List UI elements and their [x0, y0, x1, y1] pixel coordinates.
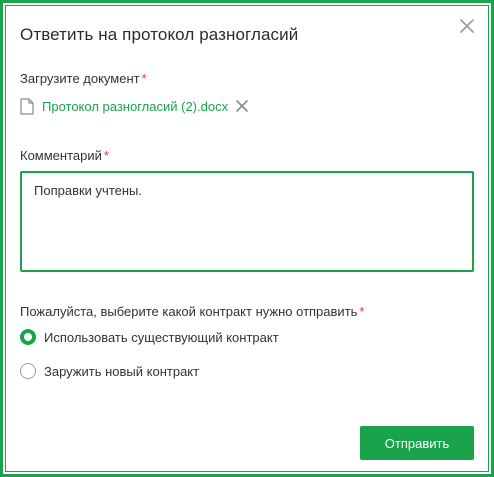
comment-label-text: Комментарий: [20, 148, 102, 163]
radio-option-new-contract[interactable]: Заружить новый контракт: [20, 361, 199, 381]
close-icon: [460, 19, 474, 33]
comment-textarea[interactable]: Поправки учтены.: [20, 171, 474, 272]
uploaded-file-link[interactable]: Протокол разногласий (2).docx: [42, 99, 228, 114]
submit-button[interactable]: Отправить: [360, 426, 474, 460]
upload-label-text: Загрузите документ: [20, 71, 140, 86]
radio-option-label: Использовать существующий контракт: [44, 329, 279, 345]
contract-choice-label-text: Пожалуйста, выберите какой контракт нужн…: [20, 304, 358, 319]
uploaded-file: Протокол разногласий (2).docx: [20, 96, 249, 116]
radio-selected-icon[interactable]: [20, 329, 36, 345]
contract-choice-label: Пожалуйста, выберите какой контракт нужн…: [20, 304, 364, 319]
dialog-title: Ответить на протокол разногласий: [20, 25, 299, 44]
required-mark: *: [141, 71, 147, 86]
required-mark: *: [103, 148, 109, 163]
radio-option-existing-contract[interactable]: Использовать существующий контракт: [20, 327, 279, 347]
radio-unselected-icon[interactable]: [20, 363, 36, 379]
radio-option-label: Заружить новый контракт: [44, 363, 200, 379]
document-icon: [20, 97, 34, 115]
remove-file-button[interactable]: [235, 99, 249, 113]
required-mark: *: [359, 304, 365, 319]
close-dialog-button[interactable]: [458, 17, 476, 35]
upload-label: Загрузите документ *: [20, 71, 147, 86]
comment-label: Комментарий *: [20, 148, 109, 163]
